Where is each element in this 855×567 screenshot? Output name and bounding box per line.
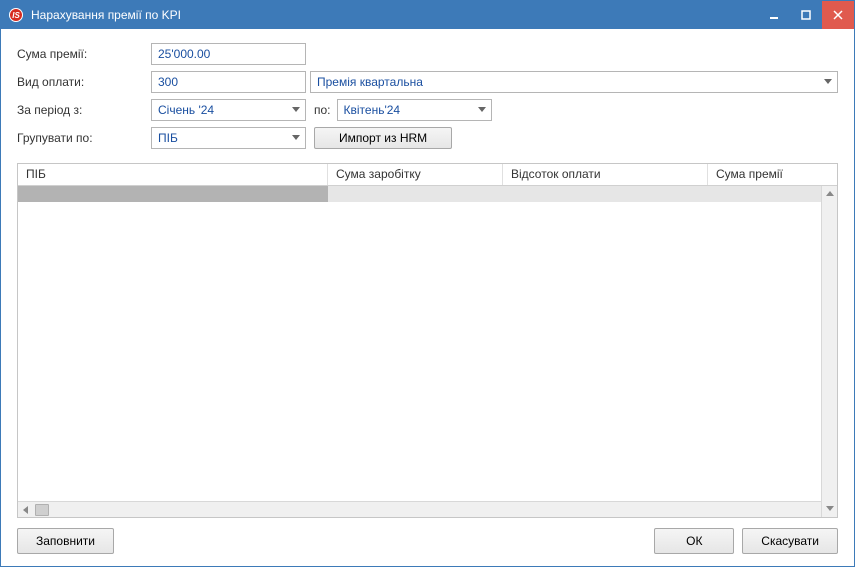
chevron-down-icon bbox=[287, 107, 305, 113]
period-to-label: по: bbox=[314, 103, 331, 117]
amount-input[interactable] bbox=[151, 43, 306, 65]
group-combo[interactable]: ПІБ bbox=[151, 127, 306, 149]
ok-button[interactable]: ОК bbox=[654, 528, 734, 554]
chevron-down-icon bbox=[819, 79, 837, 85]
scroll-left-icon[interactable] bbox=[18, 502, 34, 517]
grid-col-percent[interactable]: Відсоток оплати bbox=[503, 164, 708, 185]
chevron-down-icon bbox=[287, 135, 305, 141]
paytype-name-value: Премія квартальна bbox=[311, 75, 819, 89]
paytype-name-combo[interactable]: Премія квартальна bbox=[310, 71, 838, 93]
horizontal-scrollbar[interactable] bbox=[18, 501, 837, 517]
period-to-row: по: Квітень'24 bbox=[310, 99, 838, 121]
minimize-button[interactable] bbox=[758, 1, 790, 29]
app-icon: IS bbox=[7, 6, 25, 24]
hscroll-thumb[interactable] bbox=[35, 504, 49, 516]
svg-text:IS: IS bbox=[12, 11, 20, 20]
titlebar: IS Нарахування премії по KPI bbox=[1, 1, 854, 29]
paytype-code-input[interactable] bbox=[151, 71, 306, 93]
grid-row-selected[interactable] bbox=[18, 186, 837, 202]
grid-col-pib[interactable]: ПІБ bbox=[18, 164, 328, 185]
grid-header: ПІБ Сума заробітку Відсоток оплати Сума … bbox=[18, 164, 837, 186]
period-to-value: Квітень'24 bbox=[338, 103, 473, 117]
window: IS Нарахування премії по KPI Сума премії… bbox=[0, 0, 855, 567]
period-from-label: За період з: bbox=[17, 103, 147, 117]
period-from-combo[interactable]: Січень '24 bbox=[151, 99, 306, 121]
cancel-button[interactable]: Скасувати bbox=[742, 528, 838, 554]
period-from-value: Січень '24 bbox=[152, 103, 287, 117]
form: Сума премії: Вид оплати: Премія кварталь… bbox=[17, 43, 838, 149]
grid-col-earnings[interactable]: Сума заробітку bbox=[328, 164, 503, 185]
scroll-down-icon[interactable] bbox=[822, 501, 837, 517]
group-label: Групувати по: bbox=[17, 131, 147, 145]
amount-label: Сума премії: bbox=[17, 47, 147, 61]
maximize-button[interactable] bbox=[790, 1, 822, 29]
window-title: Нарахування премії по KPI bbox=[31, 8, 758, 22]
scroll-up-icon[interactable] bbox=[822, 186, 837, 202]
vertical-scrollbar[interactable] bbox=[821, 186, 837, 517]
content-area: Сума премії: Вид оплати: Премія кварталь… bbox=[1, 29, 854, 566]
chevron-down-icon bbox=[473, 107, 491, 113]
grid-col-bonus[interactable]: Сума премії bbox=[708, 164, 837, 185]
period-to-combo[interactable]: Квітень'24 bbox=[337, 99, 492, 121]
group-value: ПІБ bbox=[152, 131, 287, 145]
grid: ПІБ Сума заробітку Відсоток оплати Сума … bbox=[17, 163, 838, 518]
fill-button[interactable]: Заповнити bbox=[17, 528, 114, 554]
footer: Заповнити ОК Скасувати bbox=[17, 528, 838, 554]
close-button[interactable] bbox=[822, 1, 854, 29]
grid-body[interactable] bbox=[18, 186, 837, 501]
paytype-label: Вид оплати: bbox=[17, 75, 147, 89]
import-hrm-button[interactable]: Импорт из HRM bbox=[314, 127, 452, 149]
